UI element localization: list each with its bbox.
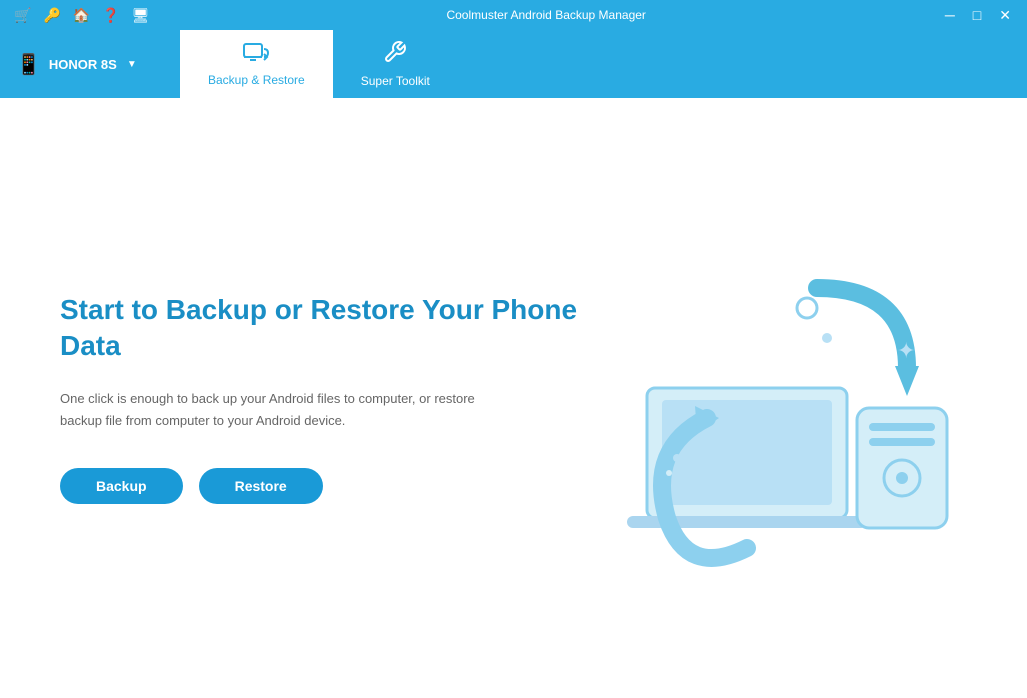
- cart-icon[interactable]: 🛒: [10, 5, 35, 26]
- backup-button[interactable]: Backup: [60, 468, 183, 504]
- device-name: HONOR 8S: [49, 57, 117, 72]
- svg-text:✦: ✦: [897, 338, 915, 363]
- title-bar-left-icons: 🛒 🔑 🏠 ❓ 🖥: [10, 5, 154, 26]
- left-content: Start to Backup or Restore Your Phone Da…: [60, 292, 580, 505]
- home-icon[interactable]: 🏠: [69, 5, 94, 26]
- window-controls: ─ □ ✕: [939, 5, 1017, 26]
- nav-bar: 📱 HONOR 8S ▼ Backup & Restore: [0, 30, 1027, 98]
- monitor-icon[interactable]: 🖥: [128, 5, 154, 26]
- tab-backup-restore[interactable]: Backup & Restore: [180, 30, 333, 98]
- minimize-button[interactable]: ─: [939, 5, 961, 25]
- backup-restore-tab-icon: [242, 41, 270, 69]
- device-info: 📱 HONOR 8S ▼: [0, 30, 180, 98]
- main-content: Start to Backup or Restore Your Phone Da…: [0, 98, 1027, 698]
- phone-icon: 📱: [16, 52, 41, 77]
- close-button[interactable]: ✕: [993, 5, 1017, 26]
- tab-super-toolkit[interactable]: Super Toolkit: [333, 30, 458, 98]
- help-icon[interactable]: ❓: [98, 5, 123, 26]
- nav-tabs: Backup & Restore Super Toolkit: [180, 30, 458, 98]
- title-bar: 🛒 🔑 🏠 ❓ 🖥 Coolmuster Android Backup Mana…: [0, 0, 1027, 30]
- main-heading: Start to Backup or Restore Your Phone Da…: [60, 292, 580, 365]
- main-description: One click is enough to back up your Andr…: [60, 388, 500, 432]
- app-title: Coolmuster Android Backup Manager: [154, 8, 939, 22]
- restore-button[interactable]: Restore: [199, 468, 323, 504]
- action-buttons: Backup Restore: [60, 468, 580, 504]
- key-icon[interactable]: 🔑: [39, 5, 64, 26]
- super-toolkit-tab-icon: [383, 40, 407, 70]
- maximize-button[interactable]: □: [967, 5, 987, 25]
- tab-super-toolkit-label: Super Toolkit: [361, 74, 430, 88]
- dropdown-arrow-icon[interactable]: ▼: [127, 59, 137, 70]
- backup-restore-illustration: ✦: [587, 208, 967, 588]
- tab-backup-restore-label: Backup & Restore: [208, 73, 305, 87]
